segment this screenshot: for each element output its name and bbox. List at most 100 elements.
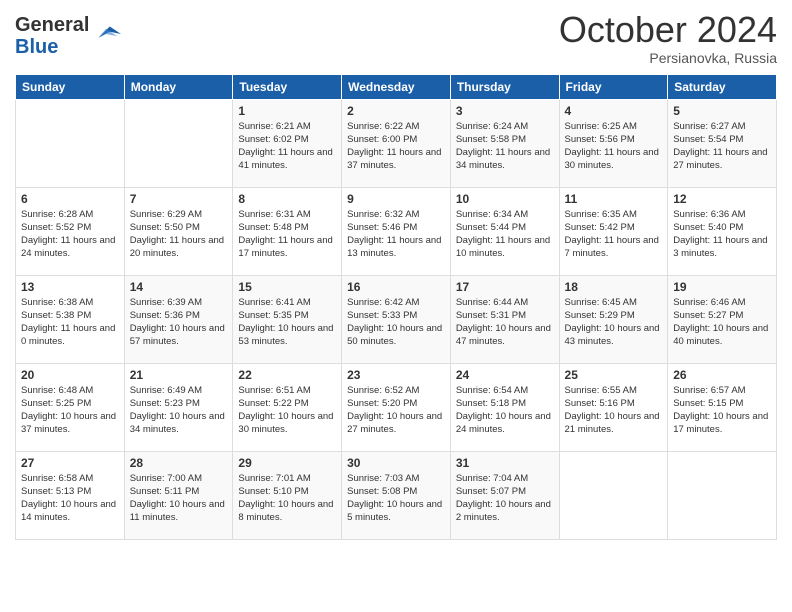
day-number: 27 (21, 456, 119, 470)
day-number: 5 (673, 104, 771, 118)
day-cell: 29 Sunrise: 7:01 AM Sunset: 5:10 PM Dayli… (233, 451, 342, 539)
day-cell: 3Sunrise: 6:24 AM Sunset: 5:58 PM Daylig… (450, 99, 559, 187)
col-friday: Friday (559, 74, 668, 99)
col-sunday: Sunday (16, 74, 125, 99)
col-monday: Monday (124, 74, 233, 99)
day-info: Sunrise: 6:48 AM Sunset: 5:25 PM Dayligh… (21, 384, 119, 437)
logo-bird-icon (91, 22, 121, 46)
day-info: Sunrise: 6:34 AM Sunset: 5:44 PM Dayligh… (456, 208, 554, 261)
day-cell (16, 99, 125, 187)
day-info: Sunrise: 6:32 AM Sunset: 5:46 PM Dayligh… (347, 208, 445, 261)
day-cell: 8Sunrise: 6:31 AM Sunset: 5:48 PM Daylig… (233, 187, 342, 275)
day-number: 10 (456, 192, 554, 206)
day-cell: 4 Sunrise: 6:25 AM Sunset: 5:56 PM Daylig… (559, 99, 668, 187)
week-row-1: 1 Sunrise: 6:21 AM Sunset: 6:02 PM Daylig… (16, 99, 777, 187)
day-info: Sunrise: 7:04 AM Sunset: 5:07 PM Dayligh… (456, 472, 554, 525)
day-number: 25 (565, 368, 663, 382)
day-info: Sunrise: 6:39 AM Sunset: 5:36 PM Dayligh… (130, 296, 228, 349)
day-cell: 21Sunrise: 6:49 AM Sunset: 5:23 PM Dayli… (124, 363, 233, 451)
day-cell: 2Sunrise: 6:22 AM Sunset: 6:00 PM Daylig… (342, 99, 451, 187)
day-cell: 20Sunrise: 6:48 AM Sunset: 5:25 PM Dayli… (16, 363, 125, 451)
day-cell: 28 Sunrise: 7:00 AM Sunset: 5:11 PM Dayli… (124, 451, 233, 539)
calendar-body: 1 Sunrise: 6:21 AM Sunset: 6:02 PM Daylig… (16, 99, 777, 539)
day-cell: 26 Sunrise: 6:57 AM Sunset: 5:15 PM Dayli… (668, 363, 777, 451)
day-info: Sunrise: 6:35 AM Sunset: 5:42 PM Dayligh… (565, 208, 663, 261)
day-number: 1 (238, 104, 336, 118)
day-cell: 9 Sunrise: 6:32 AM Sunset: 5:46 PM Daylig… (342, 187, 451, 275)
day-info: Sunrise: 6:49 AM Sunset: 5:23 PM Dayligh… (130, 384, 228, 437)
day-info: Sunrise: 6:41 AM Sunset: 5:35 PM Dayligh… (238, 296, 336, 349)
col-thursday: Thursday (450, 74, 559, 99)
day-cell: 23Sunrise: 6:52 AM Sunset: 5:20 PM Dayli… (342, 363, 451, 451)
week-row-5: 27 Sunrise: 6:58 AM Sunset: 5:13 PM Dayli… (16, 451, 777, 539)
day-cell: 10 Sunrise: 6:34 AM Sunset: 5:44 PM Dayli… (450, 187, 559, 275)
day-number: 3 (456, 104, 554, 118)
day-number: 22 (238, 368, 336, 382)
day-cell: 11 Sunrise: 6:35 AM Sunset: 5:42 PM Dayli… (559, 187, 668, 275)
day-info: Sunrise: 6:38 AM Sunset: 5:38 PM Dayligh… (21, 296, 119, 349)
day-cell: 7Sunrise: 6:29 AM Sunset: 5:50 PM Daylig… (124, 187, 233, 275)
day-number: 16 (347, 280, 445, 294)
calendar-table: Sunday Monday Tuesday Wednesday Thursday… (15, 74, 777, 540)
col-wednesday: Wednesday (342, 74, 451, 99)
day-cell: 30Sunrise: 7:03 AM Sunset: 5:08 PM Dayli… (342, 451, 451, 539)
day-cell: 16 Sunrise: 6:42 AM Sunset: 5:33 PM Dayli… (342, 275, 451, 363)
day-cell: 14Sunrise: 6:39 AM Sunset: 5:36 PM Dayli… (124, 275, 233, 363)
day-info: Sunrise: 6:55 AM Sunset: 5:16 PM Dayligh… (565, 384, 663, 437)
day-cell (559, 451, 668, 539)
day-cell: 17Sunrise: 6:44 AM Sunset: 5:31 PM Dayli… (450, 275, 559, 363)
day-cell: 15 Sunrise: 6:41 AM Sunset: 5:35 PM Dayli… (233, 275, 342, 363)
day-info: Sunrise: 6:42 AM Sunset: 5:33 PM Dayligh… (347, 296, 445, 349)
logo: General Blue (15, 14, 121, 58)
day-cell: 31 Sunrise: 7:04 AM Sunset: 5:07 PM Dayli… (450, 451, 559, 539)
header-row: Sunday Monday Tuesday Wednesday Thursday… (16, 74, 777, 99)
month-title: October 2024 (559, 10, 777, 50)
logo-line1: General (15, 14, 89, 36)
day-info: Sunrise: 6:57 AM Sunset: 5:15 PM Dayligh… (673, 384, 771, 437)
day-number: 15 (238, 280, 336, 294)
calendar-header: Sunday Monday Tuesday Wednesday Thursday… (16, 74, 777, 99)
col-saturday: Saturday (668, 74, 777, 99)
header: General Blue October 2024 Persianovka, R… (15, 10, 777, 66)
location-subtitle: Persianovka, Russia (559, 50, 777, 66)
day-cell (124, 99, 233, 187)
day-info: Sunrise: 6:45 AM Sunset: 5:29 PM Dayligh… (565, 296, 663, 349)
day-cell: 18 Sunrise: 6:45 AM Sunset: 5:29 PM Dayli… (559, 275, 668, 363)
day-cell: 19 Sunrise: 6:46 AM Sunset: 5:27 PM Dayli… (668, 275, 777, 363)
day-number: 17 (456, 280, 554, 294)
day-cell: 22 Sunrise: 6:51 AM Sunset: 5:22 PM Dayli… (233, 363, 342, 451)
day-info: Sunrise: 6:25 AM Sunset: 5:56 PM Dayligh… (565, 120, 663, 173)
day-cell: 6Sunrise: 6:28 AM Sunset: 5:52 PM Daylig… (16, 187, 125, 275)
day-info: Sunrise: 6:58 AM Sunset: 5:13 PM Dayligh… (21, 472, 119, 525)
day-info: Sunrise: 6:29 AM Sunset: 5:50 PM Dayligh… (130, 208, 228, 261)
day-number: 19 (673, 280, 771, 294)
day-number: 26 (673, 368, 771, 382)
day-info: Sunrise: 6:52 AM Sunset: 5:20 PM Dayligh… (347, 384, 445, 437)
day-number: 11 (565, 192, 663, 206)
day-number: 18 (565, 280, 663, 294)
day-info: Sunrise: 6:51 AM Sunset: 5:22 PM Dayligh… (238, 384, 336, 437)
day-number: 4 (565, 104, 663, 118)
day-info: Sunrise: 6:21 AM Sunset: 6:02 PM Dayligh… (238, 120, 336, 173)
day-info: Sunrise: 7:00 AM Sunset: 5:11 PM Dayligh… (130, 472, 228, 525)
day-cell: 1 Sunrise: 6:21 AM Sunset: 6:02 PM Daylig… (233, 99, 342, 187)
day-number: 13 (21, 280, 119, 294)
day-number: 31 (456, 456, 554, 470)
day-cell: 25 Sunrise: 6:55 AM Sunset: 5:16 PM Dayli… (559, 363, 668, 451)
col-tuesday: Tuesday (233, 74, 342, 99)
day-number: 2 (347, 104, 445, 118)
day-number: 28 (130, 456, 228, 470)
day-info: Sunrise: 6:54 AM Sunset: 5:18 PM Dayligh… (456, 384, 554, 437)
day-cell: 13 Sunrise: 6:38 AM Sunset: 5:38 PM Dayli… (16, 275, 125, 363)
day-info: Sunrise: 7:01 AM Sunset: 5:10 PM Dayligh… (238, 472, 336, 525)
day-number: 29 (238, 456, 336, 470)
day-info: Sunrise: 7:03 AM Sunset: 5:08 PM Dayligh… (347, 472, 445, 525)
day-info: Sunrise: 6:46 AM Sunset: 5:27 PM Dayligh… (673, 296, 771, 349)
day-cell: 12Sunrise: 6:36 AM Sunset: 5:40 PM Dayli… (668, 187, 777, 275)
week-row-3: 13 Sunrise: 6:38 AM Sunset: 5:38 PM Dayli… (16, 275, 777, 363)
day-number: 9 (347, 192, 445, 206)
day-info: Sunrise: 6:36 AM Sunset: 5:40 PM Dayligh… (673, 208, 771, 261)
day-cell: 24Sunrise: 6:54 AM Sunset: 5:18 PM Dayli… (450, 363, 559, 451)
day-info: Sunrise: 6:27 AM Sunset: 5:54 PM Dayligh… (673, 120, 771, 173)
logo-text: General Blue (15, 14, 121, 58)
